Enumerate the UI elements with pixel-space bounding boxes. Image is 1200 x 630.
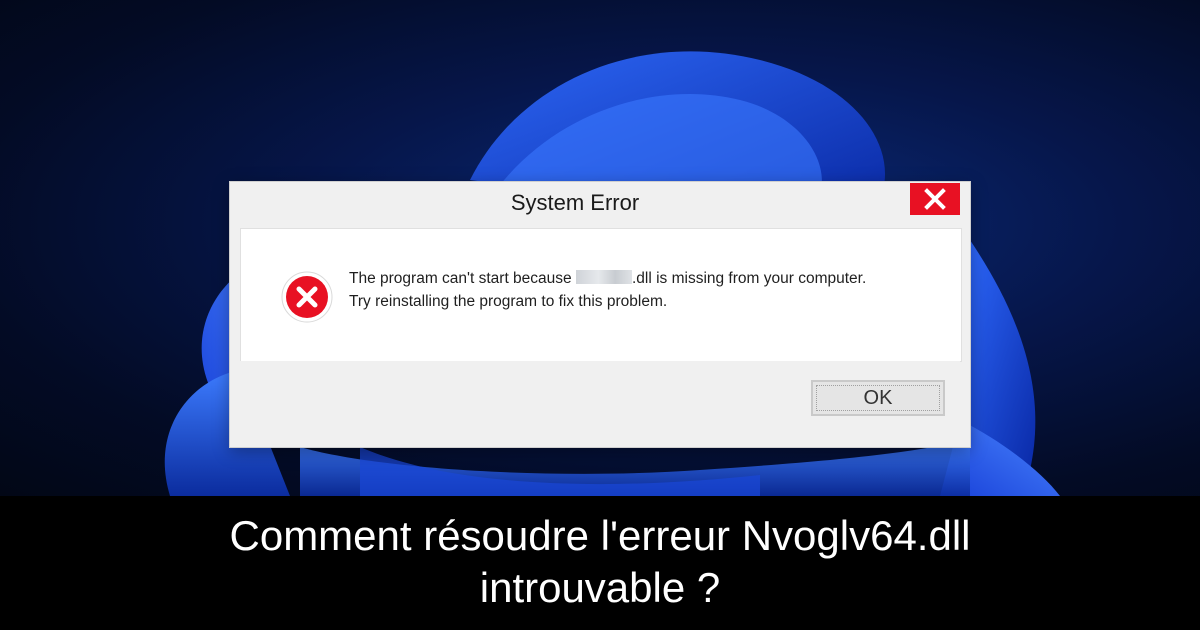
button-bar: OK <box>240 361 960 435</box>
error-icon <box>281 271 333 323</box>
message-area: The program can't start because .dll is … <box>240 228 962 362</box>
caption-line-1: Comment résoudre l'erreur Nvoglv64.dll <box>229 512 971 559</box>
ok-button[interactable]: OK <box>811 380 945 416</box>
article-caption: Comment résoudre l'erreur Nvoglv64.dll i… <box>0 496 1200 630</box>
title-bar: System Error <box>230 182 970 226</box>
message-text-after: .dll is missing from your computer. <box>631 270 867 287</box>
message-line-1: The program can't start because .dll is … <box>349 267 866 290</box>
message-line-2: Try reinstalling the program to fix this… <box>349 293 668 310</box>
message-text-before: The program can't start because <box>349 270 576 287</box>
dialog-title: System Error <box>510 190 640 215</box>
caption-line-2: introuvable ? <box>479 564 721 611</box>
redacted-filename <box>575 270 632 284</box>
error-message: The program can't start because .dll is … <box>349 267 866 313</box>
system-error-dialog: System Error The program can't start bec… <box>230 182 970 447</box>
close-button[interactable] <box>910 183 960 215</box>
close-icon <box>924 188 946 210</box>
